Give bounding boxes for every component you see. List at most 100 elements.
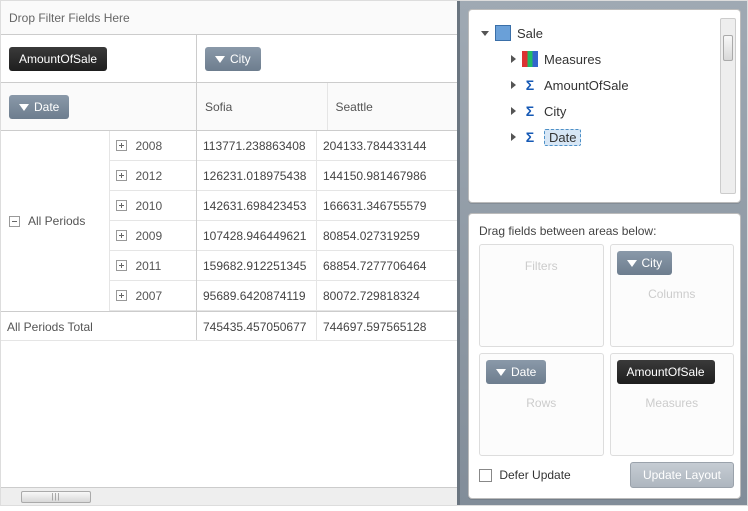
total-cell-seattle: 744697.597565128	[317, 312, 457, 340]
defer-update-label: Defer Update	[499, 468, 570, 482]
measures-icon	[522, 51, 538, 67]
data-cell: 126231.018975438	[197, 161, 316, 191]
row-year[interactable]: 2007	[110, 281, 196, 311]
tree-node-amountofsale[interactable]: Σ AmountOfSale	[479, 72, 734, 98]
area-columns-label: Columns	[615, 287, 730, 301]
tree-node-measures[interactable]: Measures	[479, 46, 734, 72]
row-group-all-periods[interactable]: All Periods	[1, 131, 110, 311]
tree-toggle-icon[interactable]	[481, 31, 489, 36]
area-rows-label: Rows	[484, 396, 599, 410]
sigma-icon: Σ	[522, 103, 538, 119]
row-years: 2008 2012 2010 2009 2011 2007	[110, 131, 196, 311]
pivot-header-row: AmountOfSale City	[1, 35, 457, 83]
field-list-pane: Sale Measures Σ AmountOfSale Σ City	[457, 1, 747, 505]
funnel-icon	[215, 52, 225, 66]
total-row: All Periods Total 745435.457050677 74469…	[1, 311, 457, 341]
area-measures-label: Measures	[615, 396, 730, 410]
column-header-sofia[interactable]: Sofia	[197, 83, 328, 130]
area-rows[interactable]: Date Rows	[479, 353, 604, 456]
total-cell-sofia: 745435.457050677	[197, 312, 316, 340]
data-cell: 95689.6420874119	[197, 281, 316, 311]
tree-node-date[interactable]: Σ Date	[479, 124, 734, 150]
field-tree: Sale Measures Σ AmountOfSale Σ City	[479, 20, 734, 150]
vertical-scrollbar[interactable]	[720, 18, 736, 194]
measure-chip-amountofsale[interactable]: AmountOfSale	[9, 47, 107, 71]
row-year[interactable]: 2008	[110, 131, 196, 161]
tree-toggle-icon[interactable]	[511, 55, 516, 63]
defer-update-option[interactable]: Defer Update	[479, 468, 571, 482]
data-cell: 68854.7277706464	[317, 251, 457, 281]
area-filters[interactable]: Filters	[479, 244, 604, 347]
data-cell: 113771.238863408	[197, 131, 316, 161]
areas-panel: Drag fields between areas below: Filters…	[468, 213, 741, 499]
data-column-sofia: 113771.238863408 126231.018975438 142631…	[197, 131, 317, 311]
scrollbar-thumb[interactable]: |||	[21, 491, 91, 503]
column-field-label: City	[230, 52, 251, 66]
tree-node-city[interactable]: Σ City	[479, 98, 734, 124]
data-cell: 166631.346755579	[317, 191, 457, 221]
tree-node-label: AmountOfSale	[544, 78, 629, 93]
row-group-label: All Periods	[28, 214, 85, 228]
sigma-icon: Σ	[522, 77, 538, 93]
horizontal-scrollbar[interactable]: |||	[1, 487, 457, 505]
funnel-icon	[627, 256, 637, 270]
area-columns-chip-city[interactable]: City	[617, 251, 673, 275]
pivot-body: All Periods 2008 2012 2010 2009 2011 200…	[1, 131, 457, 311]
expand-icon[interactable]	[116, 170, 127, 181]
row-year[interactable]: 2009	[110, 221, 196, 251]
total-label: All Periods Total	[1, 312, 197, 340]
data-cell: 159682.912251345	[197, 251, 316, 281]
area-measures[interactable]: AmountOfSale Measures	[610, 353, 735, 456]
sigma-icon: Σ	[522, 129, 538, 145]
area-measures-chip-amountofsale[interactable]: AmountOfSale	[617, 360, 715, 384]
tree-node-label: Sale	[517, 26, 543, 41]
year-label: 2008	[135, 139, 162, 153]
tree-node-label-selected: Date	[544, 129, 581, 146]
expand-icon[interactable]	[116, 200, 127, 211]
pivot-grid: Drop Filter Fields Here AmountOfSale Cit…	[1, 1, 457, 505]
funnel-icon	[19, 100, 29, 114]
tree-toggle-icon[interactable]	[511, 81, 516, 89]
area-rows-chip-date[interactable]: Date	[486, 360, 546, 384]
area-filters-label: Filters	[484, 259, 599, 273]
year-label: 2010	[135, 199, 162, 213]
collapse-icon[interactable]	[9, 216, 20, 227]
row-field-label: Date	[34, 100, 59, 114]
data-column-seattle: 204133.784433144 144150.981467986 166631…	[317, 131, 457, 311]
year-label: 2009	[135, 229, 162, 243]
tree-node-label: City	[544, 104, 566, 119]
tree-node-label: Measures	[544, 52, 601, 67]
areas-title: Drag fields between areas below:	[479, 224, 734, 238]
data-cell: 142631.698423453	[197, 191, 316, 221]
data-cell: 80072.729818324	[317, 281, 457, 311]
area-columns[interactable]: City Columns	[610, 244, 735, 347]
tree-node-sale[interactable]: Sale	[479, 20, 734, 46]
year-label: 2007	[135, 289, 162, 303]
expand-icon[interactable]	[116, 260, 127, 271]
year-label: 2012	[135, 169, 162, 183]
funnel-icon	[496, 365, 506, 379]
chip-label: Date	[511, 365, 536, 379]
data-cell: 204133.784433144	[317, 131, 457, 161]
chip-label: City	[642, 256, 663, 270]
filter-drop-zone[interactable]: Drop Filter Fields Here	[1, 1, 457, 35]
update-layout-button[interactable]: Update Layout	[630, 462, 734, 488]
field-tree-panel: Sale Measures Σ AmountOfSale Σ City	[468, 9, 741, 203]
data-cell: 144150.981467986	[317, 161, 457, 191]
tree-toggle-icon[interactable]	[511, 107, 516, 115]
row-year[interactable]: 2011	[110, 251, 196, 281]
data-cell: 80854.027319259	[317, 221, 457, 251]
column-header-seattle[interactable]: Seattle	[328, 83, 458, 130]
data-cell: 107428.946449621	[197, 221, 316, 251]
row-year[interactable]: 2010	[110, 191, 196, 221]
expand-icon[interactable]	[116, 290, 127, 301]
tree-toggle-icon[interactable]	[511, 133, 516, 141]
pivot-subheader-row: Date Sofia Seattle	[1, 83, 457, 131]
column-field-chip-city[interactable]: City	[205, 47, 261, 71]
checkbox-icon[interactable]	[479, 469, 492, 482]
cube-icon	[495, 25, 511, 41]
expand-icon[interactable]	[116, 230, 127, 241]
row-field-chip-date[interactable]: Date	[9, 95, 69, 119]
row-year[interactable]: 2012	[110, 161, 196, 191]
expand-icon[interactable]	[116, 140, 127, 151]
